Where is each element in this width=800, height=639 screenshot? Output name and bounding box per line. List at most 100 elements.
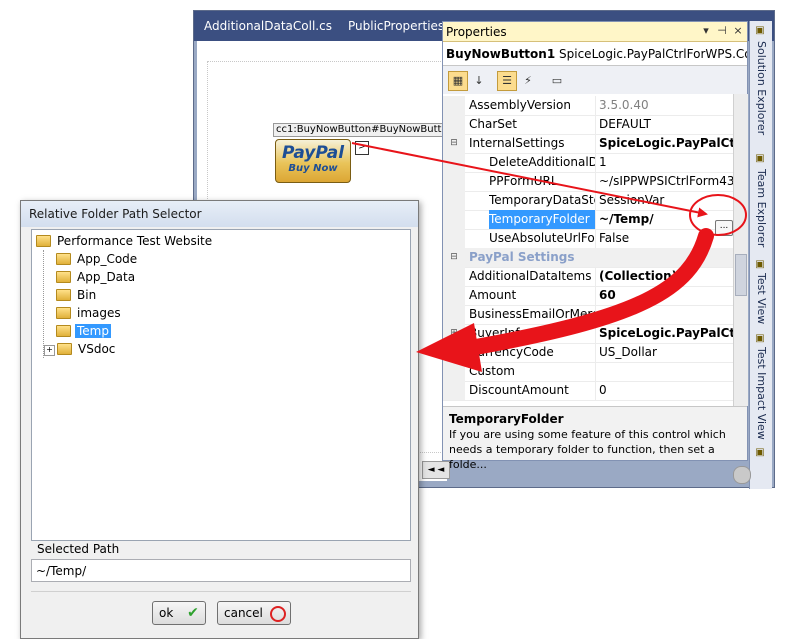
properties-icon[interactable]: ☰	[497, 71, 517, 91]
paypal-buy-now-button[interactable]: PayPal Buy Now	[275, 139, 351, 183]
property-name: TemporaryFolder	[489, 210, 596, 229]
property-value[interactable]: DEFAULT	[595, 115, 733, 134]
property-value[interactable]: 3.5.0.40	[595, 96, 733, 115]
property-name: BusinessEmailOrMerch	[469, 305, 596, 324]
tree-node-label: App_Data	[77, 270, 136, 284]
expand-icon[interactable]: +	[44, 345, 55, 356]
smart-tag-icon[interactable]: >	[355, 141, 369, 155]
properties-panel: Properties ▾ ⊣ × BuyNowButton1 SpiceLogi…	[442, 21, 748, 471]
property-row[interactable]: DiscountAmount 0	[443, 381, 733, 401]
expander-icon[interactable]: ⊟	[443, 134, 465, 153]
tree-node-bin[interactable]: Bin	[44, 286, 214, 304]
folder-icon	[57, 343, 72, 355]
folder-icon	[36, 235, 51, 247]
tree-node-images[interactable]: images	[44, 304, 214, 322]
property-row[interactable]: ⊟InternalSettingsSpiceLogic.PayPalCtrlFo…	[443, 134, 733, 154]
property-row[interactable]: CharSet DEFAULT	[443, 115, 733, 135]
folder-icon	[56, 271, 71, 283]
property-row[interactable]: CurrencyCode US_Dollar	[443, 343, 733, 363]
property-name: Amount	[469, 286, 596, 305]
property-row[interactable]: ⊞BuyerInfoSpiceLogic.PayPalCtrlFor	[443, 324, 733, 344]
property-name: Custom	[469, 362, 596, 381]
property-grid-scrollbar[interactable]	[733, 94, 748, 406]
tree-root-node[interactable]: Performance Test Website	[36, 232, 214, 250]
property-value[interactable]: 0	[595, 381, 733, 400]
ok-button[interactable]: ok ✔	[152, 601, 206, 625]
categorized-icon[interactable]: ▦	[448, 71, 468, 91]
relative-folder-path-dialog: Relative Folder Path Selector Performanc…	[20, 200, 419, 639]
paypal-buy-now-control[interactable]: cc1:BuyNowButton#BuyNowButto PayPal Buy …	[273, 123, 445, 193]
property-row[interactable]: BusinessEmailOrMerch	[443, 305, 733, 325]
property-row[interactable]: TemporaryDataSto SessionVar	[443, 191, 733, 211]
test-impact-view-icon: ▣	[755, 333, 765, 344]
property-row[interactable]: Custom	[443, 362, 733, 382]
events-icon[interactable]: ⚡	[518, 71, 538, 91]
expander-icon[interactable]: ⊞	[443, 324, 465, 343]
tree-node-app-code[interactable]: App_Code	[44, 250, 214, 268]
tab-solution-explorer[interactable]: Solution Explorer	[752, 41, 770, 135]
property-value[interactable]: SpiceLogic.PayPalCtrlFor	[595, 324, 733, 343]
tree-node-vsdoc[interactable]: + VSdoc	[44, 340, 214, 358]
tab-team-explorer[interactable]: Team Explorer	[752, 169, 770, 247]
right-dock-strip: ▣ Solution Explorer ▣ Team Explorer ▣ Te…	[749, 21, 772, 489]
property-value[interactable]: US_Dollar	[595, 343, 733, 362]
property-name: PayPal Settings	[469, 250, 575, 264]
designer-scroll-arrows[interactable]: ◄ ◄	[422, 461, 450, 479]
property-value[interactable]: ~/sIPPWPSICtrlForm4357.	[595, 172, 733, 191]
property-row[interactable]: TemporaryFolder ~/Temp/	[443, 210, 733, 230]
property-value[interactable]	[595, 362, 733, 381]
property-value[interactable]: 60	[595, 286, 733, 305]
row-gutter	[443, 305, 465, 324]
tree-node-temp[interactable]: Temp	[44, 322, 214, 340]
tree-children: App_Code App_Data Bin images Temp + VSdoc	[43, 250, 214, 358]
divider	[31, 591, 411, 592]
buy-now-label: Buy Now	[288, 163, 338, 174]
selected-path-label: Selected Path	[37, 542, 120, 556]
property-row[interactable]: AdditionalDataItems (Collection)	[443, 267, 733, 287]
property-row[interactable]: Amount 60	[443, 286, 733, 306]
close-icon[interactable]: ×	[731, 24, 745, 38]
folder-tree[interactable]: Performance Test Website App_Code App_Data…	[31, 229, 411, 541]
property-grid: AssemblyVersion 3.5.0.40 CharSet DEFAULT ⊟ In…	[443, 94, 733, 406]
property-value[interactable]	[595, 305, 733, 324]
dropdown-icon[interactable]: ▾	[699, 24, 713, 38]
property-row[interactable]: AssemblyVersion 3.5.0.40	[443, 96, 733, 116]
description-title: TemporaryFolder	[449, 412, 564, 426]
folder-icon	[56, 307, 71, 319]
cancel-label: cancel	[224, 606, 263, 620]
property-name: PPFormURL	[489, 172, 596, 191]
row-gutter	[443, 229, 465, 248]
property-name: AssemblyVersion	[469, 96, 596, 115]
tab-test-impact-view[interactable]: Test Impact View	[752, 347, 770, 440]
property-category[interactable]: ⊟ PayPal Settings	[443, 248, 733, 268]
property-value[interactable]: SpiceLogic.PayPalCtrlFor	[595, 134, 733, 153]
property-row[interactable]: UseAbsoluteUrlFor False	[443, 229, 733, 249]
row-gutter	[443, 210, 465, 229]
property-value[interactable]: 1	[595, 153, 733, 172]
tree-node-label: images	[77, 306, 121, 320]
tab-test-view[interactable]: Test View	[752, 273, 770, 324]
property-value[interactable]: (Collection)	[595, 267, 733, 286]
cancel-button[interactable]: cancel	[217, 601, 291, 625]
cancel-icon	[270, 606, 286, 622]
scrollbar-thumb[interactable]	[735, 254, 747, 296]
property-value[interactable]: False	[595, 229, 733, 248]
property-value[interactable]: SessionVar	[595, 191, 733, 210]
row-gutter	[443, 267, 465, 286]
tree-node-app-data[interactable]: App_Data	[44, 268, 214, 286]
property-value[interactable]: ~/Temp/	[595, 210, 733, 229]
property-pages-icon[interactable]: ▭	[547, 71, 567, 91]
pin-icon[interactable]: ⊣	[715, 24, 729, 38]
ellipsis-button[interactable]: ...	[715, 220, 733, 236]
expander-icon[interactable]: ⊟	[443, 248, 465, 267]
alphabetical-icon[interactable]: ↓	[469, 71, 489, 91]
checkmark-icon: ✔	[187, 605, 199, 621]
tab-additionaldatacoll[interactable]: AdditionalDataColl.cs	[204, 11, 332, 41]
property-row[interactable]: DeleteAdditionalDa 1	[443, 153, 733, 173]
tree-node-label: VSdoc	[78, 342, 116, 356]
object-selector[interactable]: BuyNowButton1 SpiceLogic.PayPalCtrlForWP…	[443, 42, 747, 66]
property-row[interactable]: PPFormURL~/sIPPWPSICtrlForm4357.	[443, 172, 733, 192]
control-title: cc1:BuyNowButton#BuyNowButto	[273, 123, 445, 137]
selected-path-input[interactable]	[31, 559, 411, 582]
tab-publicproperties[interactable]: PublicProperties.c	[348, 11, 455, 41]
